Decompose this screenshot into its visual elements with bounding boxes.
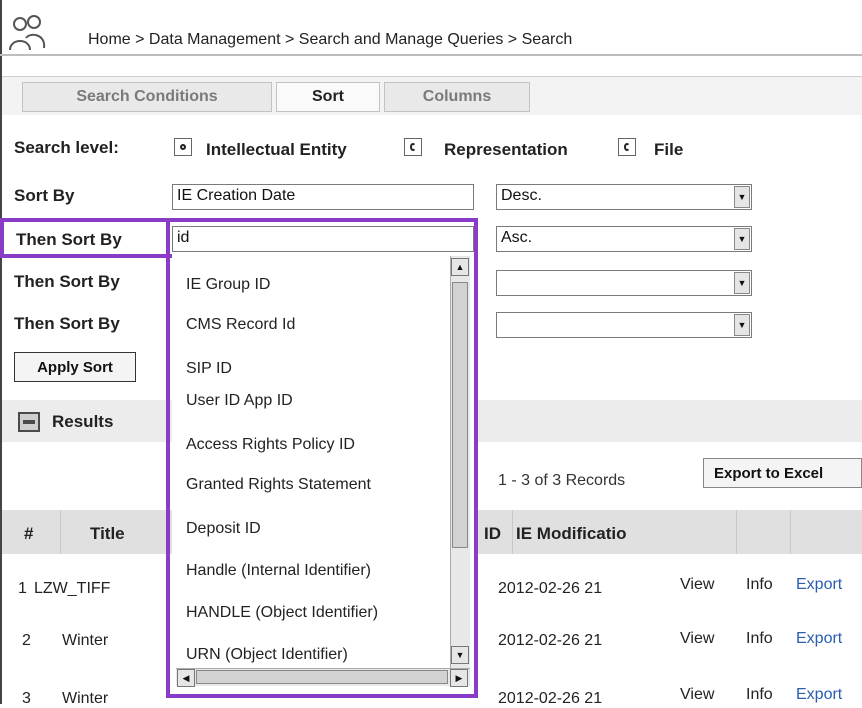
search-level-label: Search level: (14, 138, 119, 157)
column-separator (790, 510, 791, 554)
chevron-down-icon[interactable]: ▼ (734, 314, 750, 336)
sort-by-order-value: Desc. (501, 187, 542, 204)
radio-label-representation: Representation (444, 140, 568, 159)
chevron-down-icon[interactable]: ▼ (734, 272, 750, 294)
then-sort-by-label-2: Then Sort By (14, 272, 120, 291)
row-num: 3 (22, 690, 31, 707)
radio-representation[interactable] (404, 138, 422, 156)
row-date: 2012-02-26 21 (498, 632, 603, 649)
records-count: 1 - 3 of 3 Records (498, 472, 626, 489)
tab-sort[interactable]: Sort (276, 82, 380, 112)
row-title: Winter (62, 632, 109, 649)
row-num: 2 (22, 632, 31, 649)
radio-label-file: File (654, 140, 684, 159)
highlight-box-label (0, 218, 172, 258)
export-link[interactable]: Export (796, 630, 842, 648)
export-link[interactable]: Export (796, 576, 842, 594)
results-label: Results (52, 412, 114, 431)
row-title: Winter (62, 690, 109, 707)
info-link[interactable]: Info (746, 630, 773, 648)
column-separator (512, 510, 513, 554)
radio-label-intellectual-entity: Intellectual Entity (206, 140, 347, 159)
export-to-excel-button[interactable]: Export to Excel (703, 458, 862, 488)
column-header-num: # (24, 524, 34, 543)
info-link[interactable]: Info (746, 576, 773, 594)
tab-search-conditions[interactable]: Search Conditions (22, 82, 272, 112)
then-sort-by-order-value-1: Asc. (501, 229, 533, 246)
column-separator (736, 510, 737, 554)
highlight-box-dropdown (166, 218, 478, 698)
then-sort-by-order-select-1[interactable]: Asc. ▼ (496, 226, 752, 252)
row-num: 1 (18, 580, 27, 597)
collapse-icon[interactable] (18, 412, 40, 432)
export-link[interactable]: Export (796, 686, 842, 704)
column-header-title[interactable]: Title (90, 524, 125, 544)
header-divider (0, 54, 862, 56)
left-border (0, 56, 2, 704)
then-sort-by-label-3: Then Sort By (14, 314, 120, 333)
sort-by-order-select[interactable]: Desc. ▼ (496, 184, 752, 210)
chevron-down-icon[interactable]: ▼ (734, 186, 750, 208)
breadcrumb[interactable]: Home > Data Management > Search and Mana… (88, 31, 572, 49)
apply-sort-button[interactable]: Apply Sort (14, 352, 136, 382)
row-date: 2012-02-26 21 (498, 580, 603, 597)
row-title: LZW_TIFF (34, 580, 111, 597)
sort-by-field[interactable]: IE Creation Date (172, 184, 474, 210)
radio-file[interactable] (618, 138, 636, 156)
info-link[interactable]: Info (746, 686, 773, 704)
radio-intellectual-entity[interactable] (174, 138, 192, 156)
tab-columns[interactable]: Columns (384, 82, 530, 112)
row-date: 2012-02-26 21 (498, 690, 603, 707)
column-header-id[interactable]: ID (484, 524, 501, 544)
view-link[interactable]: View (680, 686, 714, 704)
sort-by-label: Sort By (14, 186, 75, 205)
users-icon (9, 15, 46, 51)
view-link[interactable]: View (680, 576, 714, 594)
then-sort-by-order-select-2[interactable]: ▼ (496, 270, 752, 296)
column-header-ie-modification[interactable]: IE Modificatio (516, 524, 627, 544)
column-separator (60, 510, 61, 554)
then-sort-by-order-select-3[interactable]: ▼ (496, 312, 752, 338)
chevron-down-icon[interactable]: ▼ (734, 228, 750, 250)
view-link[interactable]: View (680, 630, 714, 648)
